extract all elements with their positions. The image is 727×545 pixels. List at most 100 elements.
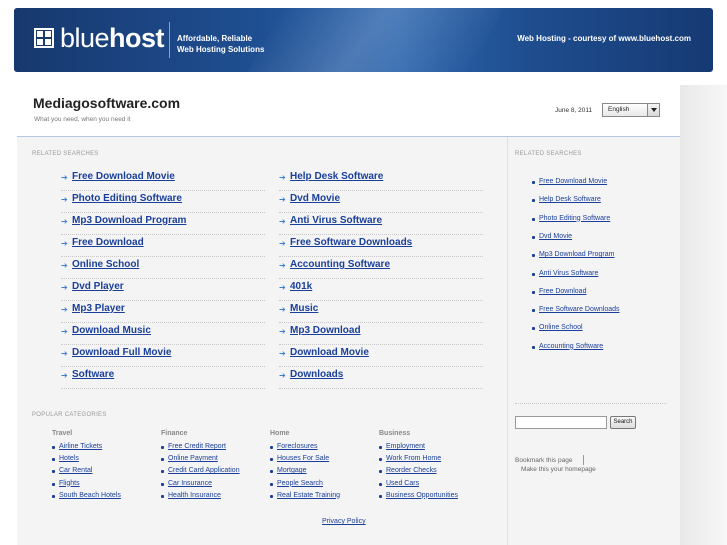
- related-link[interactable]: Online School: [72, 259, 139, 270]
- related-link-row[interactable]: ➔ Free Download: [61, 235, 265, 257]
- category-link[interactable]: Mortgage: [270, 467, 307, 474]
- related-link[interactable]: Download Music: [72, 325, 151, 336]
- related-link-row[interactable]: ➔ Dvd Movie: [279, 191, 483, 213]
- banner-tagline: Affordable, Reliable Web Hosting Solutio…: [177, 34, 265, 54]
- category-link[interactable]: Reorder Checks: [379, 467, 437, 474]
- category-link[interactable]: South Beach Hotels: [52, 492, 121, 499]
- related-link-row[interactable]: ➔ Online School: [61, 257, 265, 279]
- category-link[interactable]: Credit Card Application: [161, 467, 240, 474]
- sidebar-related-link[interactable]: Free Download Movie: [531, 178, 607, 185]
- category-link[interactable]: Business Opportunities: [379, 492, 458, 499]
- category-link[interactable]: Car Rental: [51, 467, 92, 474]
- category-link[interactable]: Work From Home: [378, 455, 441, 462]
- sidebar-related-link[interactable]: Mp3 Download Program: [531, 251, 614, 258]
- related-link[interactable]: Dvd Movie: [290, 193, 340, 204]
- related-link-row[interactable]: ➔ Free Software Downloads: [279, 235, 483, 257]
- related-link[interactable]: Software: [72, 369, 114, 380]
- arrow-right-icon: ➔: [279, 217, 286, 226]
- search-button[interactable]: Search: [610, 416, 636, 429]
- related-link-row[interactable]: ➔ Help Desk Software: [279, 169, 483, 191]
- arrow-right-icon: ➔: [279, 371, 286, 380]
- related-link-row[interactable]: ➔ Accounting Software: [279, 257, 483, 279]
- main-panel: Mediagosoftware.com What you need, when …: [17, 85, 680, 545]
- related-link-row[interactable]: ➔ 401k: [279, 279, 483, 301]
- arrow-right-icon: ➔: [279, 349, 286, 358]
- related-link-row[interactable]: ➔ Downloads: [279, 367, 483, 389]
- category-link[interactable]: Airline Tickets: [51, 443, 102, 450]
- page-edge: [680, 85, 727, 545]
- related-link-row[interactable]: ➔ Dvd Player: [61, 279, 265, 301]
- related-link[interactable]: Dvd Player: [72, 281, 124, 292]
- related-link-row[interactable]: ➔ Free Download Movie: [61, 169, 265, 191]
- category-link[interactable]: Used Cars: [378, 480, 419, 487]
- banner-courtesy[interactable]: Web Hosting - courtesy of www.bluehost.c…: [517, 34, 691, 43]
- related-link[interactable]: Free Download: [72, 237, 144, 248]
- related-link[interactable]: Photo Editing Software: [72, 193, 182, 204]
- arrow-right-icon: ➔: [61, 173, 68, 182]
- related-link-row[interactable]: ➔ Anti Virus Software: [279, 213, 483, 235]
- arrow-right-icon: ➔: [279, 195, 286, 204]
- related-link[interactable]: Download Movie: [290, 347, 369, 358]
- category-link[interactable]: People Search: [270, 480, 323, 487]
- category-link[interactable]: Flights: [52, 480, 80, 487]
- related-link[interactable]: Accounting Software: [290, 259, 390, 270]
- related-link-row[interactable]: ➔ Photo Editing Software: [61, 191, 265, 213]
- related-link[interactable]: Mp3 Download: [290, 325, 361, 336]
- sidebar-related-link[interactable]: Accounting Software: [531, 343, 603, 350]
- sidebar-related-link[interactable]: Dvd Movie: [531, 233, 572, 240]
- related-link[interactable]: Download Full Movie: [72, 347, 171, 358]
- related-link[interactable]: Mp3 Player: [72, 303, 125, 314]
- bookmark-separator: [583, 455, 584, 465]
- related-link[interactable]: Downloads: [290, 369, 343, 380]
- sidebar-related-link[interactable]: Online School: [532, 324, 583, 331]
- category-heading: Business: [379, 430, 411, 437]
- related-link-row[interactable]: ➔ Mp3 Player: [61, 301, 265, 323]
- category-heading: Finance: [161, 430, 188, 437]
- category-link[interactable]: Employment: [379, 443, 425, 450]
- category-link[interactable]: Health Insurance: [161, 492, 221, 499]
- related-link[interactable]: Help Desk Software: [290, 171, 383, 182]
- arrow-right-icon: ➔: [61, 305, 68, 314]
- bluehost-banner[interactable]: bluehost Affordable, Reliable Web Hostin…: [14, 8, 713, 72]
- language-select-value: English: [608, 106, 630, 113]
- banner-swoosh: [238, 8, 510, 72]
- related-link-row[interactable]: ➔ Mp3 Download: [279, 323, 483, 345]
- privacy-policy-link[interactable]: Privacy Policy: [322, 518, 366, 525]
- related-link[interactable]: 401k: [290, 281, 312, 292]
- category-link[interactable]: Real Estate Training: [269, 492, 340, 499]
- bookmark-link[interactable]: Bookmark this page: [515, 457, 572, 464]
- arrow-right-icon: ➔: [61, 283, 68, 292]
- category-link[interactable]: Hotels: [52, 455, 79, 462]
- related-link[interactable]: Anti Virus Software: [290, 215, 382, 226]
- category-link[interactable]: Free Credit Report: [161, 443, 226, 450]
- sidebar-related-link[interactable]: Photo Editing Software: [531, 215, 610, 222]
- arrow-right-icon: ➔: [279, 173, 286, 182]
- category-link[interactable]: Online Payment: [161, 455, 218, 462]
- sidebar-related-link[interactable]: Free Software Downloads: [532, 306, 620, 313]
- sidebar-related-link[interactable]: Anti Virus Software: [531, 270, 598, 277]
- sidebar-related-link[interactable]: Help Desk Software: [532, 196, 601, 203]
- category-link[interactable]: Car Insurance: [161, 480, 212, 487]
- arrow-right-icon: ➔: [61, 371, 68, 380]
- related-link-row[interactable]: ➔ Music: [279, 301, 483, 323]
- search-input[interactable]: [515, 416, 607, 429]
- related-link-row[interactable]: ➔ Download Music: [61, 323, 265, 345]
- related-link-row[interactable]: ➔ Download Full Movie: [61, 345, 265, 367]
- related-link-row[interactable]: ➔ Download Movie: [279, 345, 483, 367]
- related-link-row[interactable]: ➔ Software: [61, 367, 265, 389]
- arrow-right-icon: ➔: [61, 261, 68, 270]
- related-link[interactable]: Free Software Downloads: [290, 237, 412, 248]
- homepage-link[interactable]: Make this your homepage: [521, 466, 596, 473]
- chevron-down-icon[interactable]: [647, 104, 659, 116]
- related-link[interactable]: Music: [290, 303, 318, 314]
- related-link-row[interactable]: ➔ Mp3 Download Program: [61, 213, 265, 235]
- arrow-right-icon: ➔: [61, 239, 68, 248]
- category-link[interactable]: Houses For Sale: [269, 455, 329, 462]
- arrow-right-icon: ➔: [61, 349, 68, 358]
- related-link[interactable]: Free Download Movie: [72, 171, 175, 182]
- related-link[interactable]: Mp3 Download Program: [72, 215, 186, 226]
- bluehost-logo-icon: [34, 28, 54, 48]
- language-select[interactable]: English: [602, 103, 660, 117]
- category-link[interactable]: Foreclosures: [269, 443, 317, 450]
- sidebar-related-link[interactable]: Free Download: [531, 288, 586, 295]
